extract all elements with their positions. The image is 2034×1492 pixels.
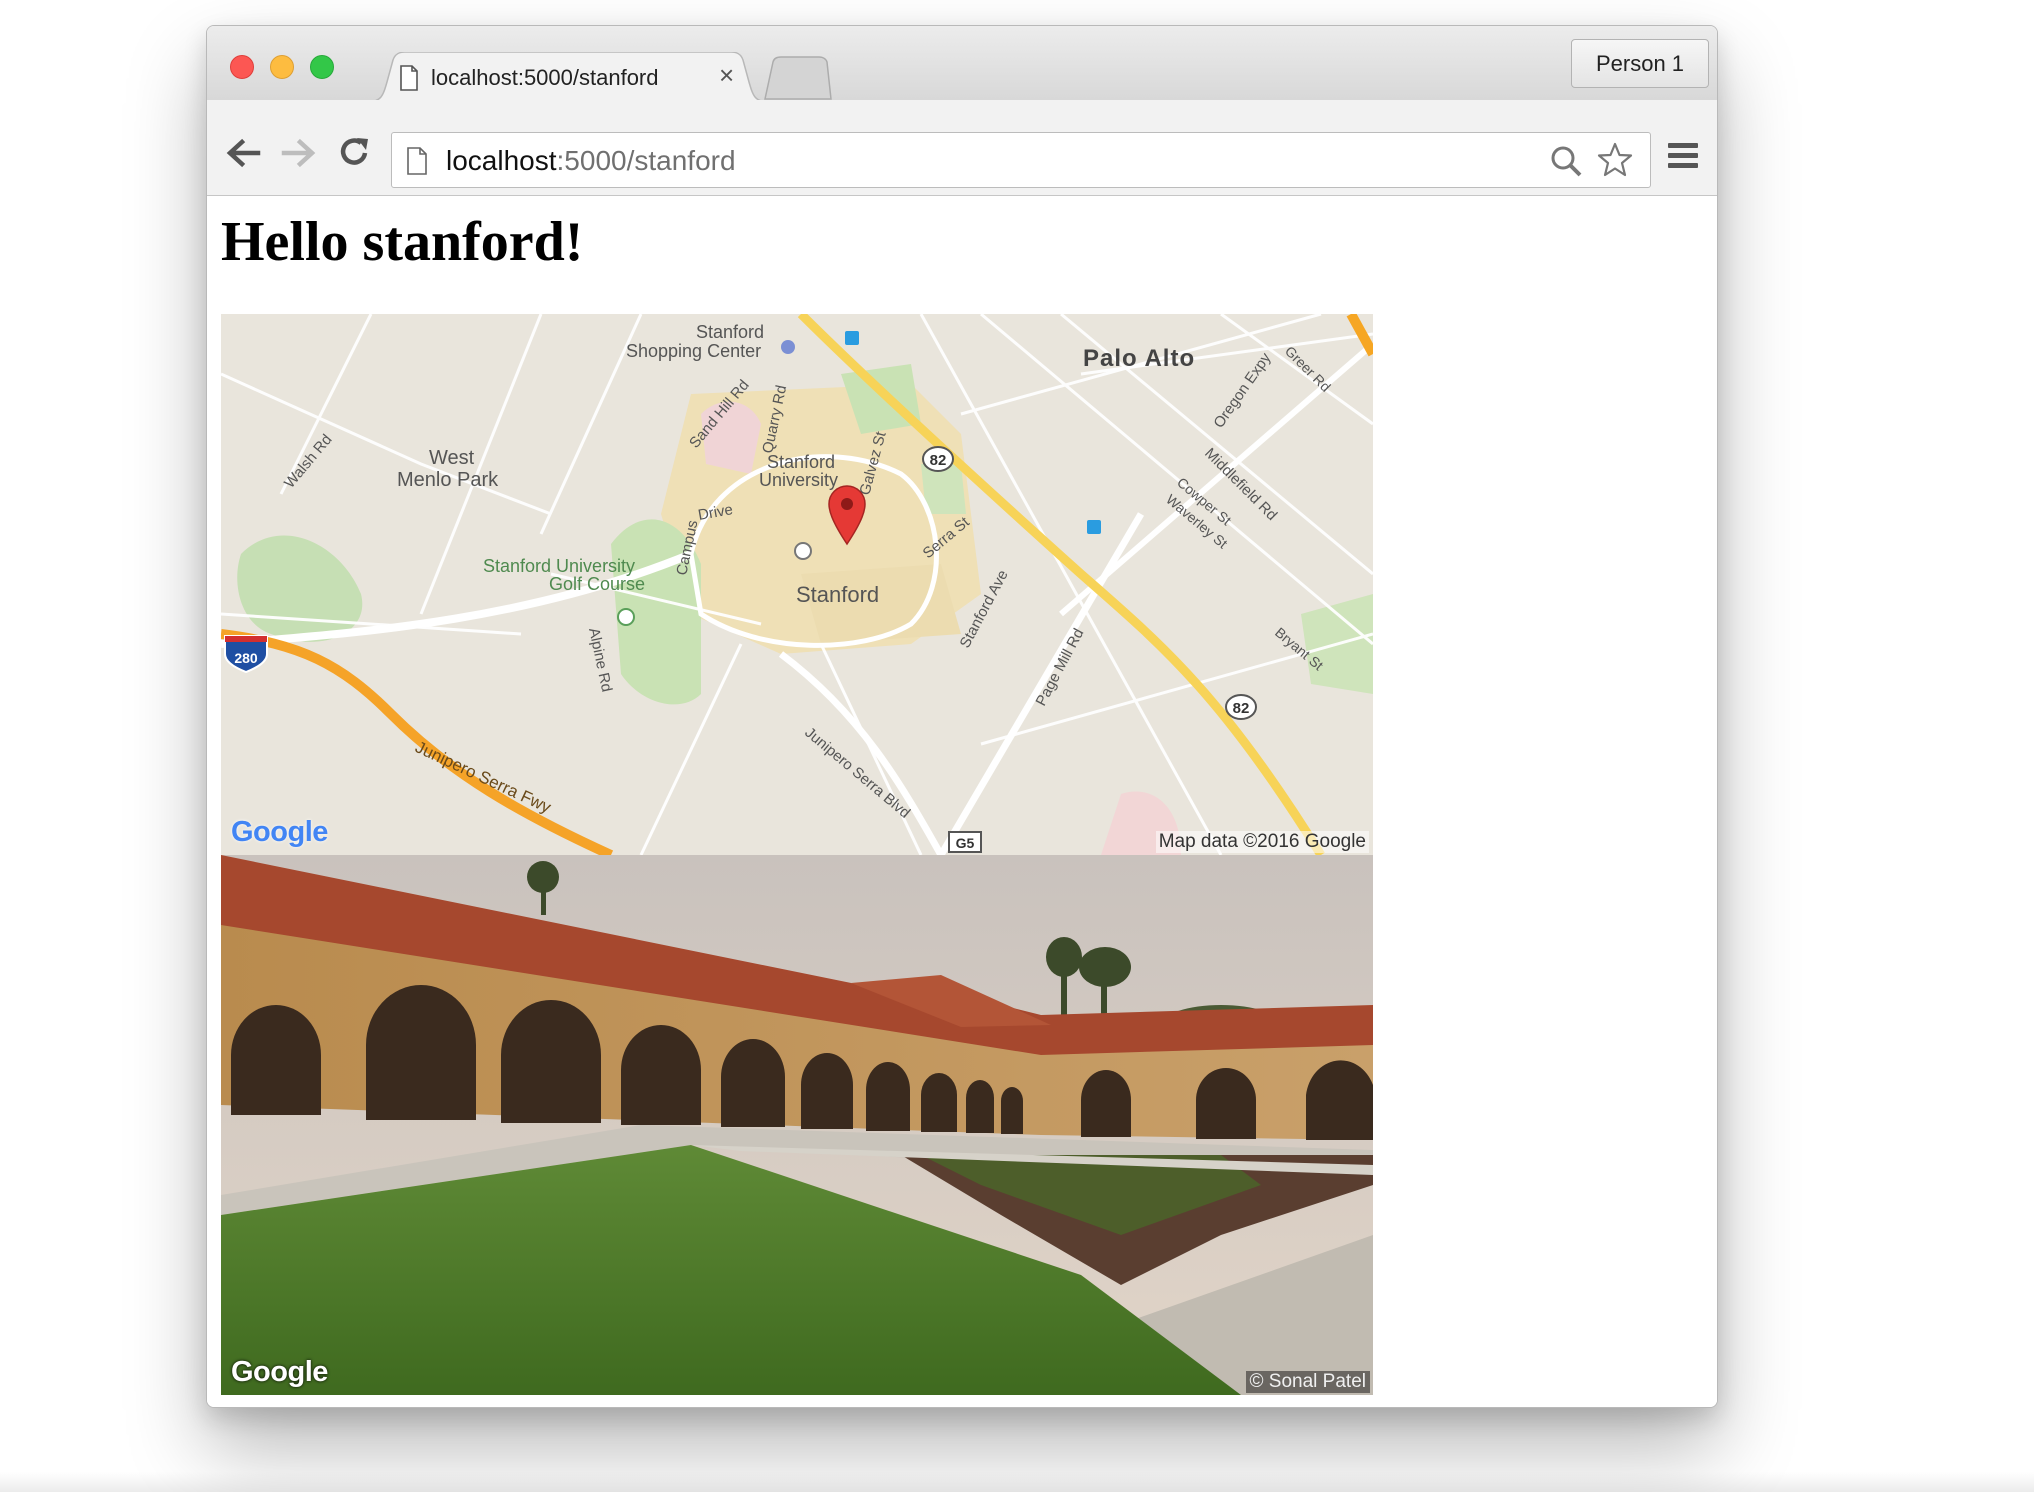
label-west-menlo-park-2: Menlo Park [397, 469, 499, 491]
back-icon[interactable] [225, 138, 261, 173]
google-logo: Google [231, 1356, 328, 1388]
golf-icon [617, 608, 635, 626]
new-tab-button[interactable] [763, 56, 833, 105]
url-host: localhost [446, 145, 557, 176]
label-palo-alto: Palo Alto [1083, 345, 1195, 372]
label-stanford-university-2: University [759, 470, 838, 490]
google-logo: Google [231, 816, 328, 849]
title-bar: localhost:5000/stanford × Person 1 [207, 26, 1717, 102]
page-icon [399, 65, 419, 96]
route-shield: 82 [1225, 694, 1257, 720]
shield-82-label: 82 [1233, 700, 1250, 717]
street-view-graphic [221, 855, 1373, 1395]
label-stanford: Stanford [796, 582, 879, 607]
desktop-backdrop [0, 1472, 2034, 1492]
page-icon [406, 147, 428, 180]
google-logo-text: Google [231, 816, 328, 848]
tab-localhost-stanford[interactable]: localhost:5000/stanford × [367, 52, 769, 102]
browser-window: localhost:5000/stanford × Person 1 local… [206, 25, 1718, 1408]
street-view-image: Google © Sonal Patel [221, 855, 1373, 1395]
label-shopping-center-1: Stanford [696, 322, 764, 342]
maximize-window-button[interactable] [310, 55, 334, 79]
label-golf-course-1: Stanford University [483, 556, 635, 576]
route-shield: 82 [922, 446, 954, 472]
static-map-image: 280 82 82 G5 Palo Alto Stanford Stanford… [221, 314, 1373, 855]
tab-title: localhost:5000/stanford [431, 65, 659, 90]
address-bar[interactable]: localhost:5000/stanford [391, 132, 1651, 188]
route-shield: G5 [948, 831, 982, 853]
transit-icon [1087, 520, 1101, 534]
transit-icon [845, 331, 859, 345]
map-copyright: Map data ©2016 Google [1155, 831, 1369, 853]
profile-button[interactable]: Person 1 [1571, 39, 1709, 88]
shield-280-label: 280 [234, 650, 258, 666]
star-icon[interactable] [1596, 142, 1634, 183]
shield-g5-label: G5 [956, 835, 975, 851]
toolbar: localhost:5000/stanford [207, 100, 1717, 196]
forward-icon[interactable] [281, 138, 317, 173]
label-golf-course-2: Golf Course [549, 574, 645, 594]
close-tab-icon[interactable]: × [719, 61, 734, 89]
url-path: :5000/stanford [556, 145, 736, 176]
page-title: Hello stanford! [221, 211, 584, 273]
page-content: Hello stanford! 280 82 82 G5 Palo Alto S… [207, 196, 1717, 1407]
close-window-button[interactable] [230, 55, 254, 79]
label-stanford-university-1: Stanford [767, 452, 835, 472]
shopping-icon [781, 340, 795, 354]
label-west-menlo-park-1: West [429, 447, 475, 469]
menu-icon[interactable] [1667, 142, 1699, 175]
reload-icon[interactable] [339, 136, 371, 173]
shield-82-label: 82 [930, 452, 947, 469]
street-view-copyright: © Sonal Patel [1245, 1371, 1370, 1393]
minimize-window-button[interactable] [270, 55, 294, 79]
map-graphic: 280 82 82 G5 Palo Alto Stanford Stanford… [221, 314, 1373, 855]
url-text: localhost:5000/stanford [446, 145, 736, 177]
search-icon[interactable] [1550, 145, 1582, 182]
university-icon [794, 542, 812, 560]
label-shopping-center-2: Shopping Center [626, 341, 761, 361]
